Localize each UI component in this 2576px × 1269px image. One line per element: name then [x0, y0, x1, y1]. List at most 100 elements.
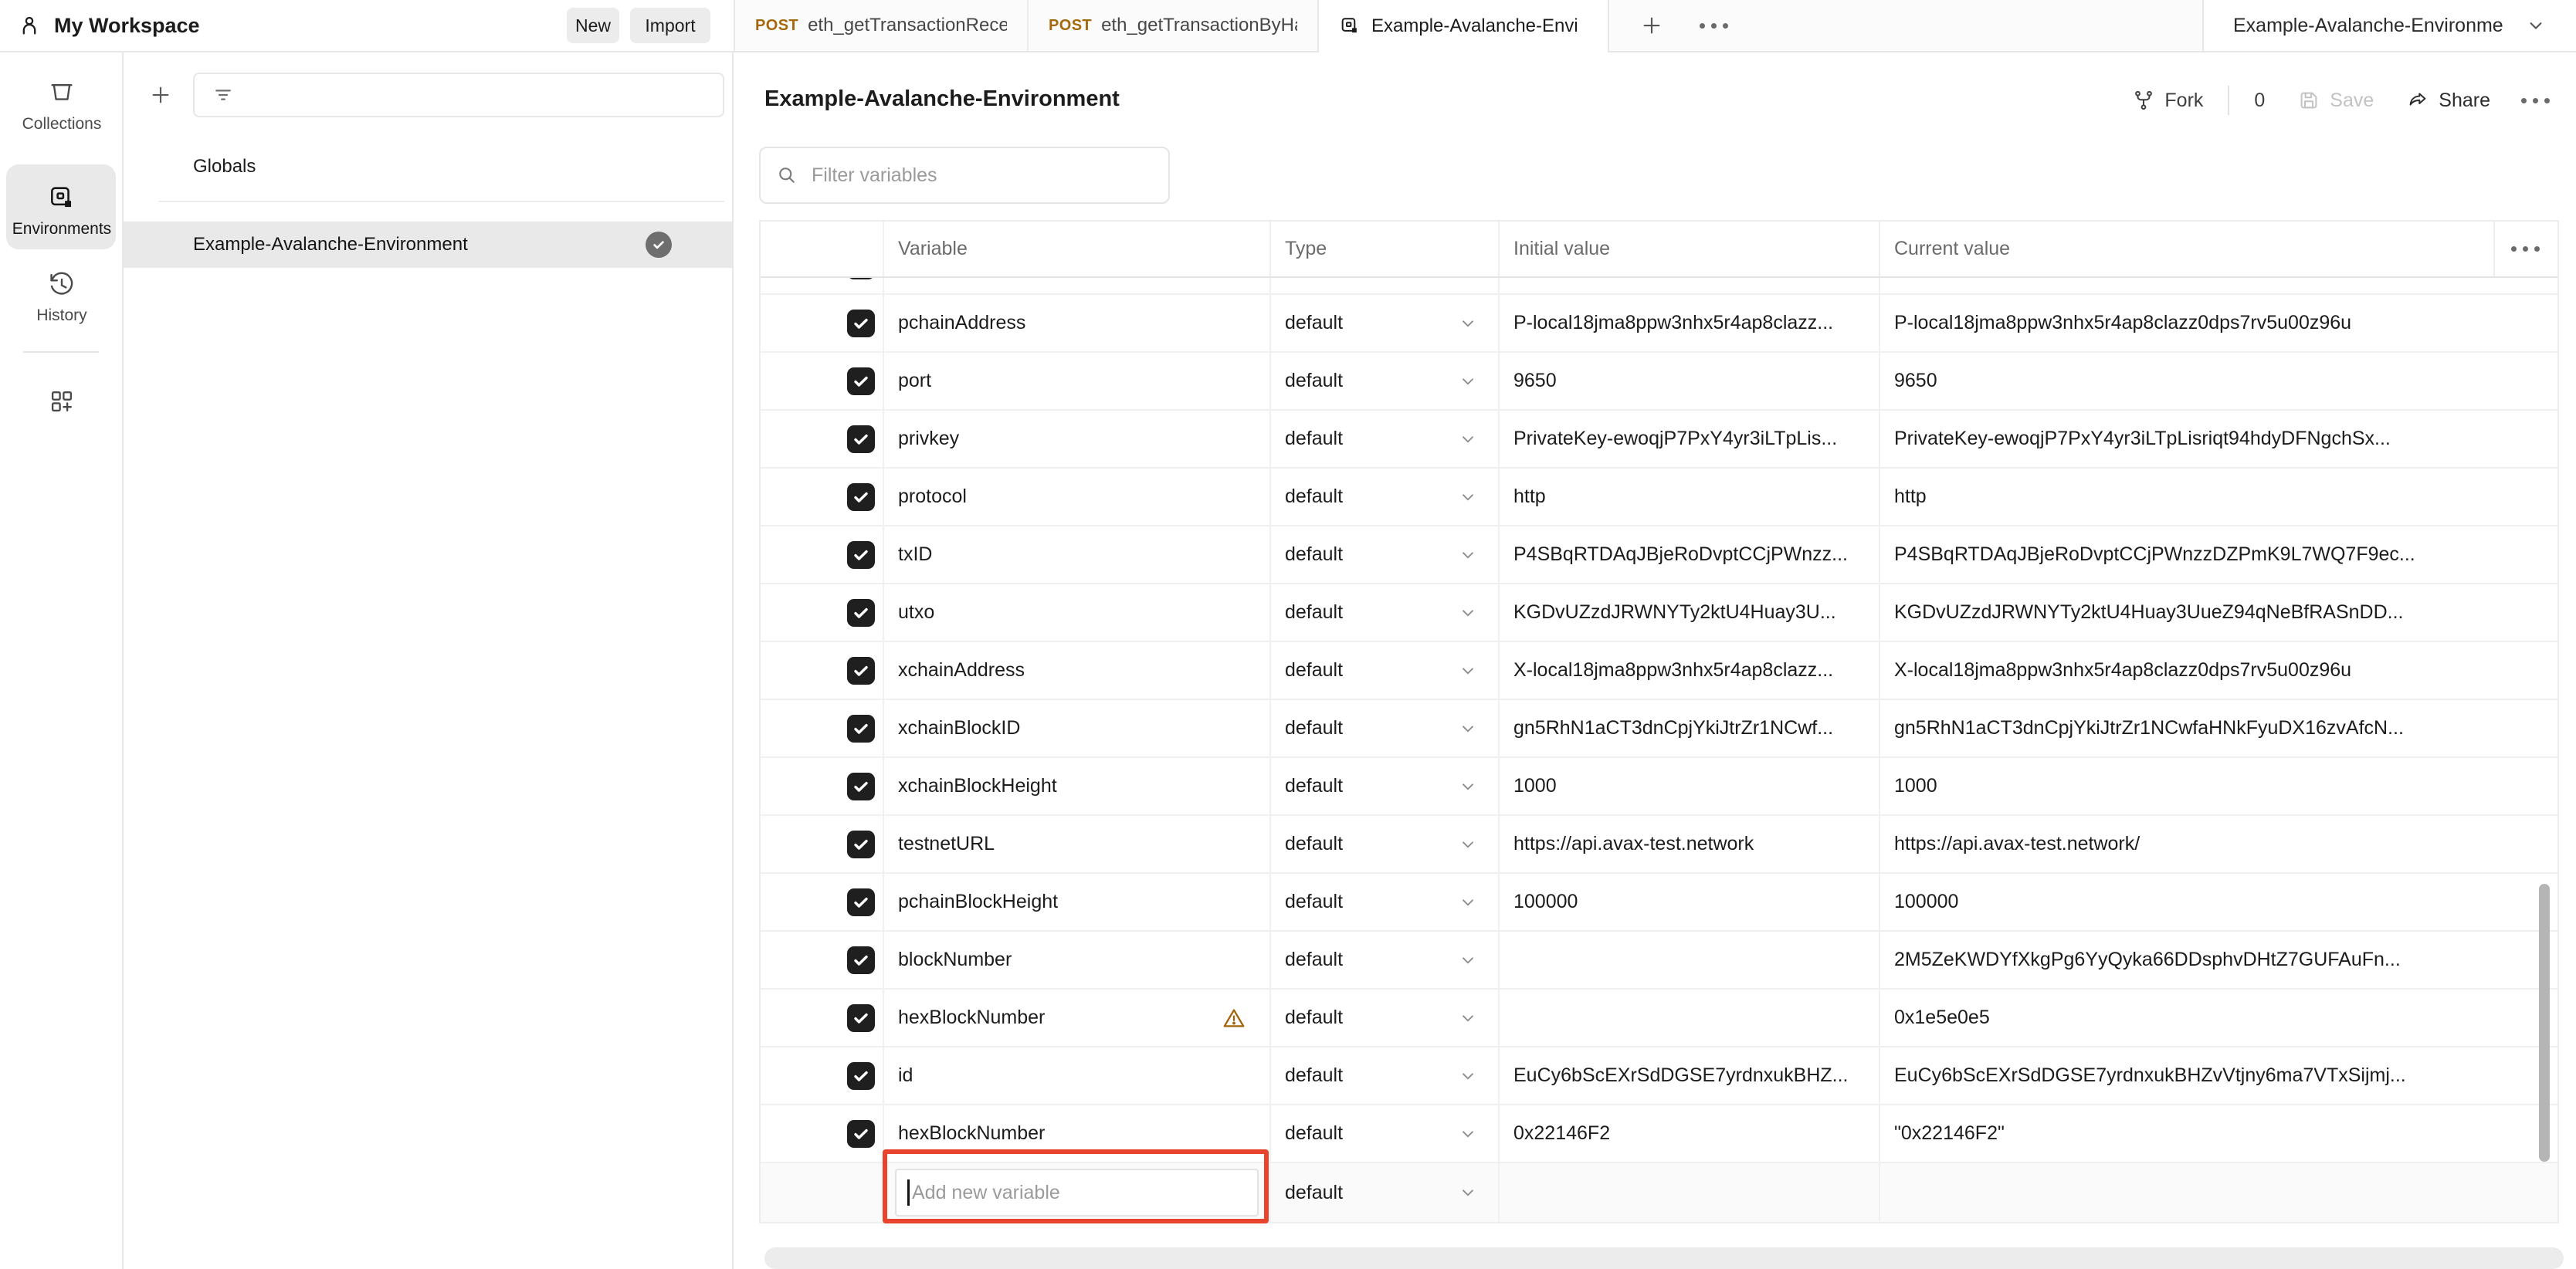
initial-value-cell[interactable]: 100000 [1500, 874, 1880, 930]
type-select[interactable]: default [1271, 411, 1500, 467]
type-select[interactable]: default [1271, 295, 1500, 351]
checkbox-checked[interactable] [847, 715, 875, 743]
current-value-cell[interactable]: http [1880, 469, 2557, 525]
initial-value-cell[interactable]: P-local18jma8ppw3nhx5r4ap8clazz... [1500, 295, 1880, 351]
checkbox-checked[interactable] [847, 1120, 875, 1148]
tab-options-icon[interactable] [1693, 5, 1734, 46]
checkbox-checked[interactable] [847, 831, 875, 858]
checkbox-checked[interactable] [847, 773, 875, 800]
share-button[interactable]: Share [2406, 89, 2490, 112]
variable-cell[interactable]: blockNumber [884, 932, 1271, 988]
current-value-cell[interactable]: KGDvUZzdJRWNYTy2ktU4Huay3UueZ94qNeBfRASn… [1880, 584, 2557, 641]
variable-cell[interactable]: id [884, 1047, 1271, 1104]
sidebar-item-collections[interactable]: Collections [0, 79, 124, 134]
table-options-button[interactable] [2495, 222, 2556, 276]
warning-icon[interactable] [1222, 1006, 1246, 1030]
current-value-cell[interactable]: 0x1e5e0e5 [1880, 990, 2557, 1046]
tab-environment-active[interactable]: Example-Avalanche-Envi [1317, 0, 1609, 52]
current-value-cell[interactable]: 2M5ZeKWDYfXkgPg6YyQyka66DDsphvDHtZ7GUFAu… [1880, 932, 2557, 988]
save-button[interactable]: Save [2297, 89, 2374, 112]
variable-cell[interactable]: port [884, 353, 1271, 409]
current-value-cell[interactable]: gn5RhN1aCT3dnCpjYkiJtrZr1NCwfaHNkFyuDX16… [1880, 700, 2557, 756]
initial-value-cell[interactable]: 9650 [1500, 353, 1880, 409]
vertical-scrollbar-thumb[interactable] [2539, 884, 2550, 1162]
initial-value-cell[interactable]: gn5RhN1aCT3dnCpjYkiJtrZr1NCwf... [1500, 700, 1880, 756]
variable-cell[interactable]: pchainBlockHeight [884, 874, 1271, 930]
sidebar-filter-input[interactable] [193, 73, 724, 117]
type-select[interactable]: default [1271, 758, 1500, 814]
variable-cell[interactable]: utxo [884, 584, 1271, 641]
workspace-title[interactable]: My Workspace [54, 14, 200, 38]
new-button[interactable]: New [567, 8, 619, 43]
checkbox-checked[interactable] [847, 599, 875, 627]
more-options-button[interactable] [2521, 98, 2550, 103]
initial-value-cell[interactable]: https://api.avax-test.network [1500, 816, 1880, 872]
type-select[interactable]: default [1271, 874, 1500, 930]
configure-workspace-icon[interactable] [47, 387, 76, 416]
add-current-value-cell[interactable] [1880, 1163, 2557, 1222]
current-value-cell[interactable]: PrivateKey-ewoqjP7PxY4yr3iLTpLisriqt94hd… [1880, 411, 2557, 467]
current-value-cell[interactable]: P4SBqRTDAqJBjeRoDvptCCjPWnzzDZPmK9L7WQ7F… [1880, 526, 2557, 583]
add-environment-button[interactable] [144, 77, 178, 113]
variable-cell[interactable]: xchainAddress [884, 642, 1271, 699]
current-value-cell[interactable]: P-local18jma8ppw3nhx5r4ap8clazz0dps7rv5u… [1880, 295, 2557, 351]
current-value-cell[interactable]: EuCy6bScEXrSdDGSE7yrdnxukBHZvVtjny6ma7VT… [1880, 1047, 2557, 1104]
initial-value-cell[interactable] [1500, 932, 1880, 988]
fork-button[interactable]: Fork 0 [2132, 86, 2265, 115]
sidebar-item-globals[interactable]: Globals [124, 144, 732, 190]
initial-value-cell[interactable]: PrivateKey-ewoqjP7PxY4yr3iLTpLis... [1500, 411, 1880, 467]
user-icon[interactable] [17, 13, 42, 38]
checkbox-checked[interactable] [847, 278, 875, 279]
initial-value-cell[interactable]: EuCy6bScEXrSdDGSE7yrdnxukBHZ... [1500, 1047, 1880, 1104]
initial-value-cell[interactable]: P4SBqRTDAqJBjeRoDvptCCjPWnzz... [1500, 526, 1880, 583]
type-select[interactable]: default [1271, 816, 1500, 872]
type-select[interactable]: default [1271, 278, 1500, 293]
checkbox-checked[interactable] [847, 425, 875, 453]
add-type-select[interactable]: default [1271, 1163, 1500, 1222]
add-initial-value-cell[interactable] [1500, 1163, 1880, 1222]
initial-value-cell[interactable]: X-local18jma8ppw3nhx5r4ap8clazz... [1500, 642, 1880, 699]
type-select[interactable]: default [1271, 353, 1500, 409]
sidebar-item-history[interactable]: History [0, 270, 124, 325]
initial-value-cell[interactable]: 1000 [1500, 758, 1880, 814]
type-select[interactable]: default [1271, 1105, 1500, 1162]
current-value-cell[interactable]: https://api.avax-test.network/ [1880, 816, 2557, 872]
checkbox-checked[interactable] [847, 541, 875, 569]
current-value-cell[interactable]: 1000 [1880, 758, 2557, 814]
checkbox-checked[interactable] [847, 1062, 875, 1090]
type-select[interactable]: default [1271, 700, 1500, 756]
initial-value-cell[interactable]: 0x22146F2 [1500, 1105, 1880, 1162]
type-select[interactable]: default [1271, 932, 1500, 988]
sidebar-item-environments[interactable]: Environments [0, 184, 124, 239]
sidebar-item-environment[interactable]: Example-Avalanche-Environment [124, 222, 732, 268]
type-select[interactable]: default [1271, 1047, 1500, 1104]
checkbox-checked[interactable] [847, 483, 875, 511]
initial-value-cell[interactable]: http [1500, 469, 1880, 525]
type-select[interactable]: default [1271, 642, 1500, 699]
type-select[interactable]: default [1271, 526, 1500, 583]
variable-cell[interactable]: privkey [884, 411, 1271, 467]
type-select[interactable]: default [1271, 584, 1500, 641]
variable-cell[interactable]: hexBlockNumber [884, 1105, 1271, 1162]
checkbox-checked[interactable] [847, 367, 875, 395]
checkbox-checked[interactable] [847, 888, 875, 916]
checkbox-checked[interactable] [847, 310, 875, 337]
checkbox-checked[interactable] [847, 657, 875, 685]
new-tab-button[interactable] [1631, 5, 1673, 46]
variable-cell[interactable]: pchainAddress [884, 295, 1271, 351]
current-value-cell[interactable]: 100000 [1880, 874, 2557, 930]
variable-cell[interactable]: memo [884, 278, 1271, 293]
variable-cell[interactable]: testnetURL [884, 816, 1271, 872]
type-select[interactable]: default [1271, 990, 1500, 1046]
checkbox-checked[interactable] [847, 946, 875, 974]
current-value-cell[interactable]: "0x22146F2" [1880, 1105, 2557, 1162]
current-value-cell[interactable]: 9650 [1880, 353, 2557, 409]
environment-selector[interactable]: Example-Avalanche-Environme [2202, 0, 2576, 51]
filter-variables-input[interactable] [810, 164, 1153, 188]
variable-cell[interactable]: xchainBlockID [884, 700, 1271, 756]
variable-cell[interactable]: txID [884, 526, 1271, 583]
current-value-cell[interactable]: X-local18jma8ppw3nhx5r4ap8clazz0dps7rv5u… [1880, 642, 2557, 699]
add-variable-input[interactable] [895, 1169, 1259, 1217]
tab-request-2[interactable]: POST eth_getTransactionByHa [1027, 0, 1317, 51]
variable-cell[interactable]: hexBlockNumber [884, 990, 1271, 1046]
